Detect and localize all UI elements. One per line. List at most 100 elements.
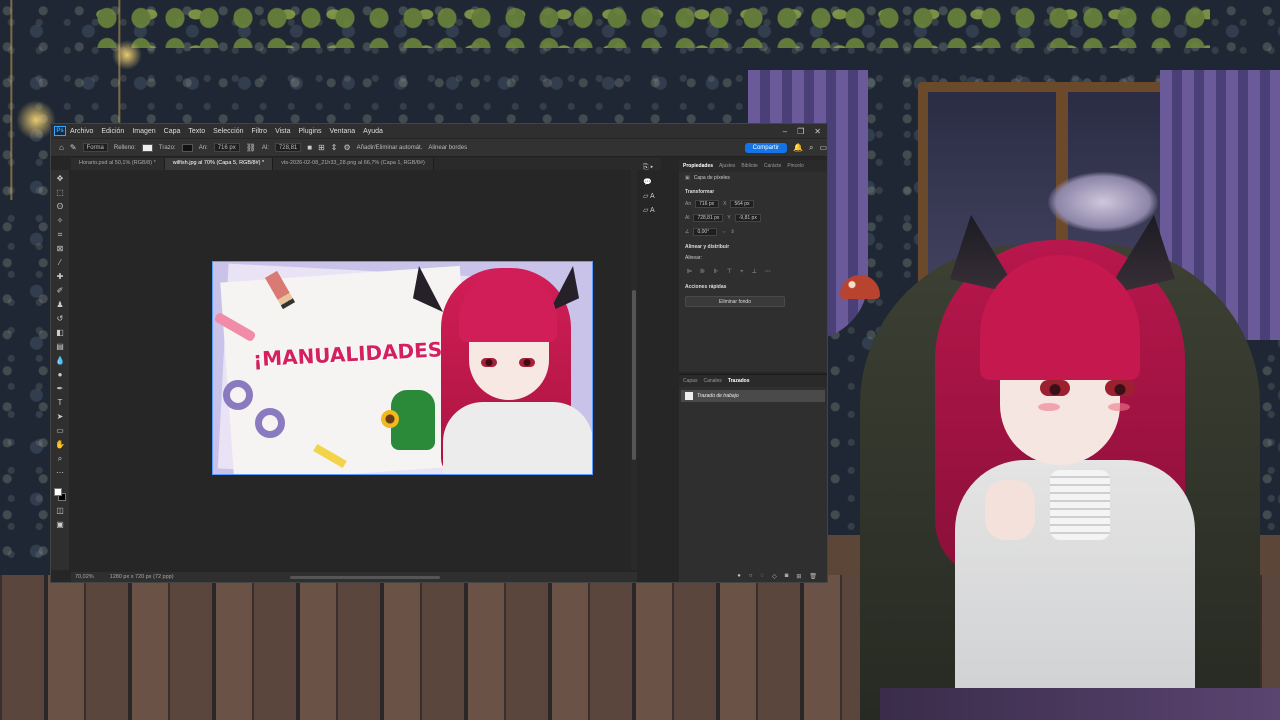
make-work-path-icon[interactable]: ◇ xyxy=(772,573,777,580)
close-button[interactable]: ✕ xyxy=(814,127,821,136)
new-path-icon[interactable]: ⊞ xyxy=(796,573,801,580)
blur-tool-icon[interactable]: 💧 xyxy=(54,356,66,366)
stroke-swatch[interactable] xyxy=(181,143,193,152)
quick-select-tool-icon[interactable]: ✧ xyxy=(54,216,66,226)
align-left-icon[interactable]: ⊫ xyxy=(687,268,692,275)
fill-swatch[interactable] xyxy=(141,143,153,152)
load-selection-icon[interactable]: ◌ xyxy=(761,573,765,580)
zoom-tool-icon[interactable]: ⌕ xyxy=(54,454,66,464)
home-icon[interactable]: ⌂ xyxy=(59,143,64,152)
height-input[interactable]: 728,81 px xyxy=(693,214,724,222)
align-edges-checkbox[interactable]: Alinear bordes xyxy=(428,145,467,151)
canvas-area[interactable]: ¡MANUALIDADES! xyxy=(71,170,631,570)
screen-mode-icon[interactable]: ▣ xyxy=(54,520,66,530)
move-tool-icon[interactable]: ✥ xyxy=(54,174,66,184)
fill-path-icon[interactable]: ● xyxy=(737,573,741,580)
transform-section-title[interactable]: Transformar xyxy=(679,184,827,197)
tab-caracter[interactable]: Carácte xyxy=(764,163,782,169)
tab-propiedades[interactable]: Propiedades xyxy=(683,163,713,169)
remove-background-button[interactable]: Eliminar fondo xyxy=(685,296,785,307)
brush-tool-icon[interactable]: ✐ xyxy=(54,286,66,296)
dodge-tool-icon[interactable]: ● xyxy=(54,370,66,380)
path-list-item[interactable]: Trazado de trabajo xyxy=(681,390,825,402)
shape-mode-select[interactable]: Forma xyxy=(82,143,108,152)
flip-vertical-icon[interactable]: ⇕ xyxy=(730,229,734,235)
marquee-tool-icon[interactable]: ⬚ xyxy=(54,188,66,198)
width-input[interactable]: 716 px xyxy=(695,200,720,208)
eyedropper-tool-icon[interactable]: ⁄ xyxy=(54,258,66,268)
flip-horizontal-icon[interactable]: ⇔ xyxy=(721,229,726,235)
menu-seleccion[interactable]: Selección xyxy=(213,128,243,135)
character-panel-icon[interactable]: ▱ A xyxy=(643,192,675,200)
more-tools-icon[interactable]: ⋯ xyxy=(54,468,66,478)
menu-imagen[interactable]: Imagen xyxy=(132,128,155,135)
align-middle-v-icon[interactable]: ⫟ xyxy=(740,268,744,275)
color-swatches[interactable] xyxy=(54,488,66,502)
trash-icon[interactable]: 🗑 xyxy=(809,573,817,580)
doc-tab-horario[interactable]: Horario.psd al 50,1% (RGB/8) * xyxy=(71,158,165,170)
doc-tab-wilfish[interactable]: wilfish.jpg al 70% (Capa 5, RGB/8#) * xyxy=(164,158,274,170)
align-top-icon[interactable]: ⊤ xyxy=(727,268,732,275)
maximize-button[interactable]: ❐ xyxy=(797,127,804,136)
type-tool-icon[interactable]: T xyxy=(54,398,66,408)
menu-edicion[interactable]: Edición xyxy=(101,128,124,135)
more-options-icon[interactable]: ⋯ xyxy=(765,268,771,275)
tab-pinceles[interactable]: Pincelo xyxy=(787,163,803,169)
add-mask-icon[interactable]: ◙ xyxy=(785,573,789,580)
align-center-h-icon[interactable]: ⊪ xyxy=(700,268,705,275)
comments-panel-icon[interactable]: 💬 xyxy=(643,178,675,186)
tab-capas[interactable]: Capas xyxy=(683,378,697,384)
search-icon[interactable]: ⌕ xyxy=(809,143,813,153)
auto-add-delete-checkbox[interactable]: Añadir/Eliminar automát. xyxy=(357,145,423,151)
menu-archivo[interactable]: Archivo xyxy=(70,128,93,135)
menu-ayuda[interactable]: Ayuda xyxy=(363,128,383,135)
height-field[interactable]: 728,81 xyxy=(274,143,302,152)
quick-mask-icon[interactable]: ◫ xyxy=(54,506,66,516)
zoom-level[interactable]: 70,02% xyxy=(75,574,94,580)
gear-icon[interactable]: ⚙ xyxy=(344,143,351,152)
frame-tool-icon[interactable]: ⊠ xyxy=(54,244,66,254)
history-brush-icon[interactable]: ↺ xyxy=(54,314,66,324)
scrollbar-thumb[interactable] xyxy=(632,290,636,460)
rectangle-tool-icon[interactable]: ▭ xyxy=(54,426,66,436)
tab-trazados[interactable]: Trazados xyxy=(728,378,750,384)
menu-texto[interactable]: Texto xyxy=(188,128,205,135)
path-alignment-icon[interactable]: ⊞ xyxy=(318,143,325,152)
minimize-button[interactable]: – xyxy=(783,127,787,136)
menu-vista[interactable]: Vista xyxy=(275,128,290,135)
menu-ventana[interactable]: Ventana xyxy=(329,128,355,135)
lasso-tool-icon[interactable]: ʘ xyxy=(54,202,66,212)
menu-plugins[interactable]: Plugins xyxy=(299,128,322,135)
path-select-tool-icon[interactable]: ➤ xyxy=(54,412,66,422)
quick-actions-title[interactable]: Acciones rápidas xyxy=(679,279,827,292)
history-panel-icon[interactable]: ⎘ ▸ xyxy=(643,164,675,172)
crop-tool-icon[interactable]: ⌗ xyxy=(54,230,66,240)
tab-ajustes[interactable]: Ajustes xyxy=(719,163,735,169)
foreground-color-swatch[interactable] xyxy=(54,488,62,496)
hand-tool-icon[interactable]: ✋ xyxy=(54,440,66,450)
align-bottom-icon[interactable]: ⊥ xyxy=(752,268,757,275)
tab-bibliotecas[interactable]: Bibliote xyxy=(741,163,757,169)
doc-tab-vts[interactable]: vts-2026-02-08_21h33_28.png al 66,7% (Ca… xyxy=(273,158,434,170)
paragraph-panel-icon[interactable]: ▱ A xyxy=(643,206,675,214)
pen-tool-icon[interactable]: ✒ xyxy=(54,384,66,394)
eraser-tool-icon[interactable]: ◧ xyxy=(54,328,66,338)
gradient-tool-icon[interactable]: ▤ xyxy=(54,342,66,352)
menu-capa[interactable]: Capa xyxy=(164,128,181,135)
vertical-scrollbar[interactable] xyxy=(631,170,637,570)
x-input[interactable]: 564 px xyxy=(730,200,755,208)
menu-filtro[interactable]: Filtro xyxy=(252,128,268,135)
thumbnail-artwork[interactable]: ¡MANUALIDADES! xyxy=(212,261,593,475)
align-section-title[interactable]: Alinear y distribuir xyxy=(679,239,827,252)
align-right-icon[interactable]: ⊩ xyxy=(713,268,718,275)
path-arrangement-icon[interactable]: ⇕ xyxy=(331,143,338,152)
y-input[interactable]: -9,81 px xyxy=(734,214,761,222)
pen-tool-icon[interactable]: ✎ xyxy=(70,143,77,152)
bell-icon[interactable]: 🔔 xyxy=(793,143,803,152)
width-field[interactable]: 716 px xyxy=(213,143,240,152)
clone-stamp-icon[interactable]: ♟ xyxy=(54,300,66,310)
share-button[interactable]: Compartir xyxy=(744,142,787,153)
healing-brush-icon[interactable]: ✚ xyxy=(54,272,66,282)
workspace-icon[interactable]: ▭ xyxy=(819,143,827,152)
horizontal-scrollbar[interactable] xyxy=(289,575,440,579)
